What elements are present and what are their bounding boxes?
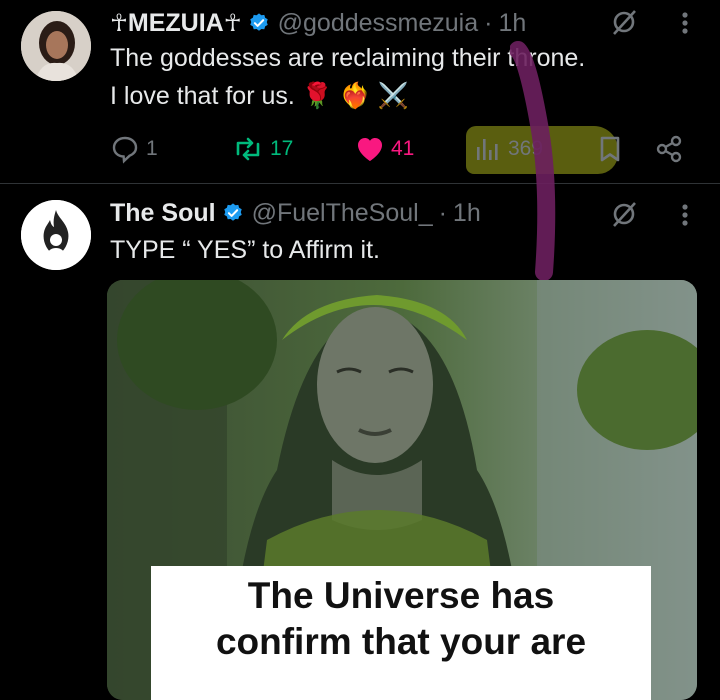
flame-logo-icon — [21, 200, 91, 270]
separator-dot: · — [438, 198, 447, 227]
tweet-actions: 1 17 41 369 — [110, 132, 690, 166]
tweet-text: TYPE “ YES” to Affirm it. — [110, 236, 380, 264]
timestamp[interactable]: 1h — [498, 9, 526, 38]
avatar[interactable] — [21, 11, 91, 81]
repost-icon — [236, 137, 260, 161]
share-button[interactable] — [655, 132, 683, 166]
reply-icon — [112, 136, 138, 164]
like-button[interactable]: 41 — [355, 132, 414, 166]
verified-badge-icon — [249, 13, 268, 31]
tweet-header: The Soul @FuelTheSoul_ · 1h — [110, 196, 481, 230]
tweet[interactable]: ☥ MEZUIA ☥ @goddessmezuia · 1h The godde… — [0, 0, 720, 184]
image-caption-line: confirm that your are — [215, 621, 587, 662]
bookmark-icon — [600, 136, 620, 162]
pen-annotation-mark — [510, 41, 556, 280]
image-caption-box: The Universe has confirm that your are — [151, 566, 651, 700]
bookmark-button[interactable] — [598, 132, 622, 166]
name-glyph: ☥ — [110, 9, 128, 37]
repost-button[interactable]: 17 — [232, 132, 293, 166]
grok-icon[interactable] — [606, 198, 642, 230]
handle[interactable]: @goddessmezuia — [278, 9, 479, 38]
tweet-image[interactable]: The Universe has confirm that your are — [107, 280, 697, 700]
repost-count: 17 — [270, 137, 294, 160]
tweet[interactable]: The Soul @FuelTheSoul_ · 1h TYPE “ YES” … — [0, 184, 720, 700]
verified-badge-icon — [223, 203, 242, 221]
more-options-icon[interactable] — [675, 200, 695, 230]
like-count: 41 — [391, 137, 415, 160]
image-caption-line: The Universe has — [247, 575, 555, 616]
separator-dot: · — [484, 8, 493, 37]
grok-glyph-icon — [613, 10, 636, 35]
more-options-icon[interactable] — [675, 8, 695, 38]
heart-icon — [358, 138, 382, 161]
reply-button[interactable]: 1 — [110, 132, 158, 166]
grok-glyph-icon — [613, 202, 636, 227]
dots-icon — [682, 204, 688, 226]
display-name[interactable]: MEZUIA — [128, 9, 224, 38]
tweet-header: ☥ MEZUIA ☥ @goddessmezuia · 1h — [110, 6, 526, 40]
reply-count: 1 — [146, 137, 158, 160]
timestamp[interactable]: 1h — [453, 199, 481, 228]
avatar-photo — [21, 11, 91, 81]
handle[interactable]: @FuelTheSoul_ — [252, 199, 433, 228]
display-name[interactable]: The Soul — [110, 199, 216, 228]
avatar[interactable] — [21, 200, 91, 270]
name-glyph: ☥ — [223, 9, 242, 37]
grok-icon[interactable] — [606, 6, 642, 38]
views-chart-icon — [477, 139, 498, 160]
dots-icon — [682, 12, 688, 34]
tweet-text-line: I love that for us. 🌹 ❤️‍🔥 ⚔️ — [110, 82, 410, 110]
share-icon — [656, 135, 682, 163]
